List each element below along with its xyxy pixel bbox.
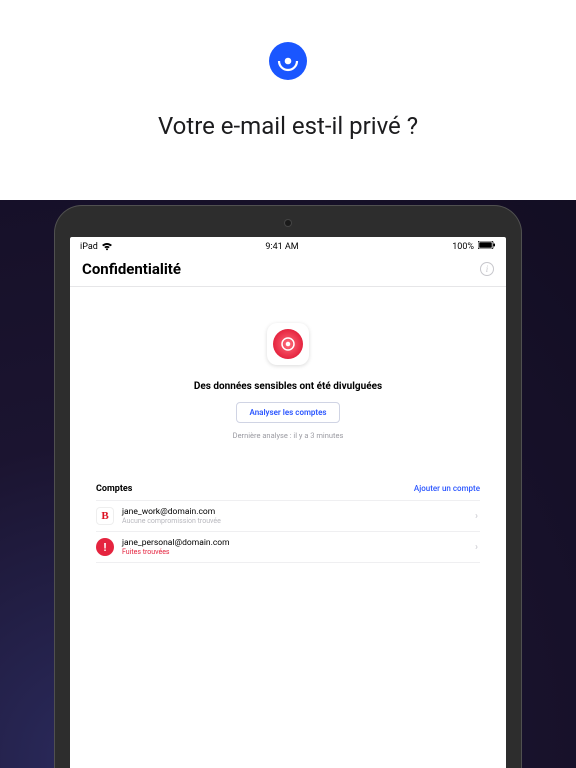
page-title: Confidentialité xyxy=(82,260,181,278)
alert-app-icon xyxy=(267,323,309,365)
marketing-headline: Votre e-mail est-il privé ? xyxy=(0,112,576,140)
chevron-right-icon: › xyxy=(473,511,480,522)
battery-percent: 100% xyxy=(452,242,474,252)
add-account-button[interactable]: Ajouter un compte xyxy=(414,484,480,493)
status-bar: iPad 9:41 AM 100% xyxy=(70,237,506,254)
account-email: jane_work@domain.com xyxy=(122,507,473,517)
info-icon[interactable]: i xyxy=(480,262,494,276)
service-icon: B xyxy=(96,507,114,525)
warning-icon: ! xyxy=(96,538,114,556)
wifi-icon xyxy=(102,243,112,251)
ipad-screen: iPad 9:41 AM 100% Confidentialité i xyxy=(70,237,506,768)
alert-message: Des données sensibles ont été divulguées xyxy=(90,381,486,392)
last-scan-text: Dernière analyse : il y a 3 minutes xyxy=(90,431,486,440)
status-time: 9:41 AM xyxy=(265,242,298,252)
account-info: jane_personal@domain.comFuites trouvées xyxy=(122,538,473,556)
account-row[interactable]: Bjane_work@domain.comAucune compromissio… xyxy=(96,500,480,531)
accounts-section-label: Comptes xyxy=(96,484,132,494)
ipad-frame: iPad 9:41 AM 100% Confidentialité i xyxy=(54,205,522,768)
account-email: jane_personal@domain.com xyxy=(122,538,473,548)
brand-logo-icon xyxy=(269,42,307,80)
scan-accounts-button[interactable]: Analyser les comptes xyxy=(236,402,339,423)
account-info: jane_work@domain.comAucune compromission… xyxy=(122,507,473,525)
device-name: iPad xyxy=(80,242,98,252)
account-status: Aucune compromission trouvée xyxy=(122,517,473,525)
battery-icon xyxy=(478,241,496,252)
account-status: Fuites trouvées xyxy=(122,548,473,556)
ipad-camera xyxy=(285,220,291,226)
chevron-right-icon: › xyxy=(473,542,480,553)
navbar: Confidentialité i xyxy=(70,254,506,287)
account-row[interactable]: ! jane_personal@domain.comFuites trouvées… xyxy=(96,531,480,563)
